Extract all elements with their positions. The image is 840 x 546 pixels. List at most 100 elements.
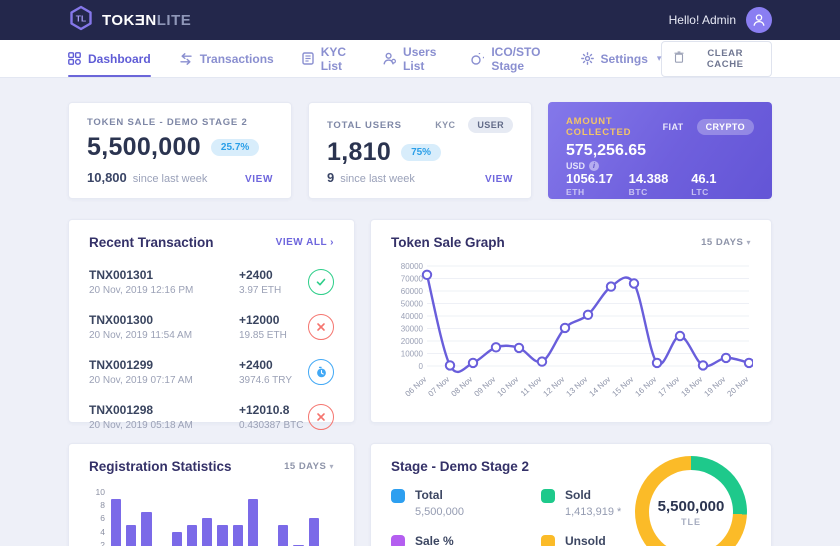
legend-swatch	[541, 489, 555, 503]
nav-item-ico-sto-stage[interactable]: ICO/STO Stage	[471, 40, 552, 77]
transaction-amount: +12010.8	[239, 403, 308, 417]
donut-center-value: 5,500,000	[658, 498, 725, 515]
svg-text:13 Nov: 13 Nov	[564, 375, 589, 399]
svg-text:60000: 60000	[401, 287, 424, 296]
user-icon	[752, 13, 766, 27]
status-pending-icon	[308, 359, 334, 385]
transaction-id: TNX001298	[89, 403, 239, 417]
nav-item-settings[interactable]: Settings▾	[581, 40, 662, 77]
status-success-icon	[308, 269, 334, 295]
donut-center-unit: TLE	[681, 517, 701, 527]
total-users-delta: 9	[327, 170, 334, 185]
brand[interactable]: TL TOKƎNLITE	[68, 5, 191, 36]
brand-name: TOKƎNLITE	[102, 12, 191, 29]
transaction-amount: +2400	[239, 358, 308, 372]
total-users-value: 1,810	[327, 138, 391, 167]
toggle-crypto[interactable]: CRYPTO	[697, 119, 754, 135]
fiat-crypto-toggle: FIAT CRYPTO	[654, 119, 754, 135]
nav-item-users-list[interactable]: Users List	[383, 40, 443, 77]
view-all-link[interactable]: VIEW ALL ›	[276, 237, 334, 248]
legend-item-total: Total5,500,000	[391, 488, 541, 518]
bar	[187, 525, 197, 546]
svg-text:07 Nov: 07 Nov	[426, 375, 451, 399]
bar	[309, 518, 319, 546]
transaction-id: TNX001300	[89, 313, 239, 327]
svg-text:14 Nov: 14 Nov	[587, 375, 612, 399]
svg-text:08 Nov: 08 Nov	[449, 375, 474, 399]
amount-collected-card: AMOUNT COLLECTED FIAT CRYPTO 575,256.65 …	[548, 102, 772, 199]
ltc-amount: 46.1 LTC	[691, 171, 754, 197]
clear-cache-button[interactable]: CLEAR CACHE	[661, 41, 772, 77]
trash-icon	[674, 51, 684, 66]
nav-item-transactions[interactable]: Transactions	[179, 40, 274, 77]
nav-items: Dashboard Transactions KYC List Users List I…	[68, 40, 661, 77]
bar-ytick-label: 6	[100, 513, 105, 523]
info-icon[interactable]: i	[589, 161, 599, 171]
total-users-view-link[interactable]: VIEW	[485, 174, 513, 185]
transaction-row[interactable]: TNX00129920 Nov, 2019 07:17 AM+24003974.…	[89, 350, 334, 395]
kyc-list-icon	[302, 52, 314, 65]
amount-collected-value: 575,256.65	[566, 142, 754, 160]
total-users-card: TOTAL USERS KYC USER 1,810 75% 9 since l…	[308, 102, 532, 199]
transaction-crypto-amount: 19.85 ETH	[239, 330, 308, 341]
kyc-user-toggle: KYC USER	[426, 117, 513, 133]
svg-text:15 Nov: 15 Nov	[610, 375, 635, 399]
token-sale-graph-card: Token Sale Graph 15 DAYS ▾ 0100002000030…	[370, 219, 772, 423]
legend-swatch	[541, 535, 555, 546]
registration-statistics-card: Registration Statistics 15 DAYS ▾ 108642	[68, 443, 355, 546]
token-sale-percent-badge: 25.7%	[211, 139, 259, 156]
bar-ytick-label: 10	[96, 487, 105, 497]
bar	[126, 525, 136, 546]
toggle-kyc[interactable]: KYC	[426, 117, 464, 133]
svg-text:19 Nov: 19 Nov	[702, 375, 727, 399]
bar	[217, 525, 227, 546]
graph-period-dropdown[interactable]: 15 DAYS ▾	[701, 237, 751, 248]
status-failed-icon	[308, 404, 334, 430]
svg-text:TL: TL	[76, 13, 86, 23]
transaction-row[interactable]: TNX001298 20 Nov, 2019 05:18 AM+12010.8 0.…	[89, 395, 334, 440]
users-list-icon	[383, 52, 396, 65]
svg-text:09 Nov: 09 Nov	[472, 375, 497, 399]
svg-text:06 Nov: 06 Nov	[403, 375, 428, 399]
nav-item-kyc-list[interactable]: KYC List	[302, 40, 355, 77]
avatar[interactable]	[746, 7, 772, 33]
bar	[172, 532, 182, 546]
chevron-down-icon: ▾	[657, 53, 662, 64]
eth-amount: 1056.17 ETH	[566, 171, 629, 197]
transaction-crypto-amount: 0.430387 BTC	[239, 420, 308, 431]
total-users-percent-badge: 75%	[401, 144, 441, 161]
toggle-user[interactable]: USER	[468, 117, 513, 133]
registration-bar-chart: 108642	[91, 488, 334, 546]
transaction-date: 20 Nov, 2019 05:18 AM	[89, 420, 239, 431]
bar	[141, 512, 151, 546]
transaction-row[interactable]: TNX00130120 Nov, 2019 12:16 PM+24003.97 …	[89, 260, 334, 305]
svg-text:10000: 10000	[401, 349, 424, 358]
bar	[248, 499, 258, 546]
svg-text:40000: 40000	[401, 312, 424, 321]
amount-collected-label: AMOUNT COLLECTED	[566, 116, 654, 138]
top-header: TL TOKƎNLITE Hello! Admin	[0, 0, 840, 40]
legend-swatch	[391, 535, 405, 546]
svg-text:70000: 70000	[401, 274, 424, 283]
transactions-icon	[179, 53, 193, 65]
token-sale-view-link[interactable]: VIEW	[245, 174, 273, 185]
transaction-id: TNX001301	[89, 268, 239, 282]
transactions-list: TNX00130120 Nov, 2019 12:16 PM+24003.97 …	[69, 258, 354, 440]
transaction-date: 20 Nov, 2019 11:54 AM	[89, 330, 239, 341]
recent-transactions-card: Recent Transaction VIEW ALL › TNX0013012…	[68, 219, 355, 423]
token-sale-card: TOKEN SALE - DEMO STAGE 2 5,500,000 25.7…	[68, 102, 292, 199]
toggle-fiat[interactable]: FIAT	[654, 119, 693, 135]
currency-label: USD	[566, 161, 585, 171]
stage-title: Stage - Demo Stage 2	[391, 459, 529, 474]
tokenlite-logo-icon: TL	[68, 5, 94, 36]
bar-ytick-label: 8	[100, 500, 105, 510]
nav-item-dashboard[interactable]: Dashboard	[68, 40, 151, 77]
greeting-text: Hello! Admin	[669, 13, 736, 27]
transaction-date: 20 Nov, 2019 07:17 AM	[89, 375, 239, 386]
bar-ytick-label: 2	[100, 540, 105, 546]
stage-card: Stage - Demo Stage 2 Total5,500,000Sold1…	[370, 443, 772, 546]
svg-text:20000: 20000	[401, 337, 424, 346]
transaction-row[interactable]: TNX00130020 Nov, 2019 11:54 AM+1200019.8…	[89, 305, 334, 350]
svg-text:50000: 50000	[401, 299, 424, 308]
registration-period-dropdown[interactable]: 15 DAYS ▾	[284, 461, 334, 472]
